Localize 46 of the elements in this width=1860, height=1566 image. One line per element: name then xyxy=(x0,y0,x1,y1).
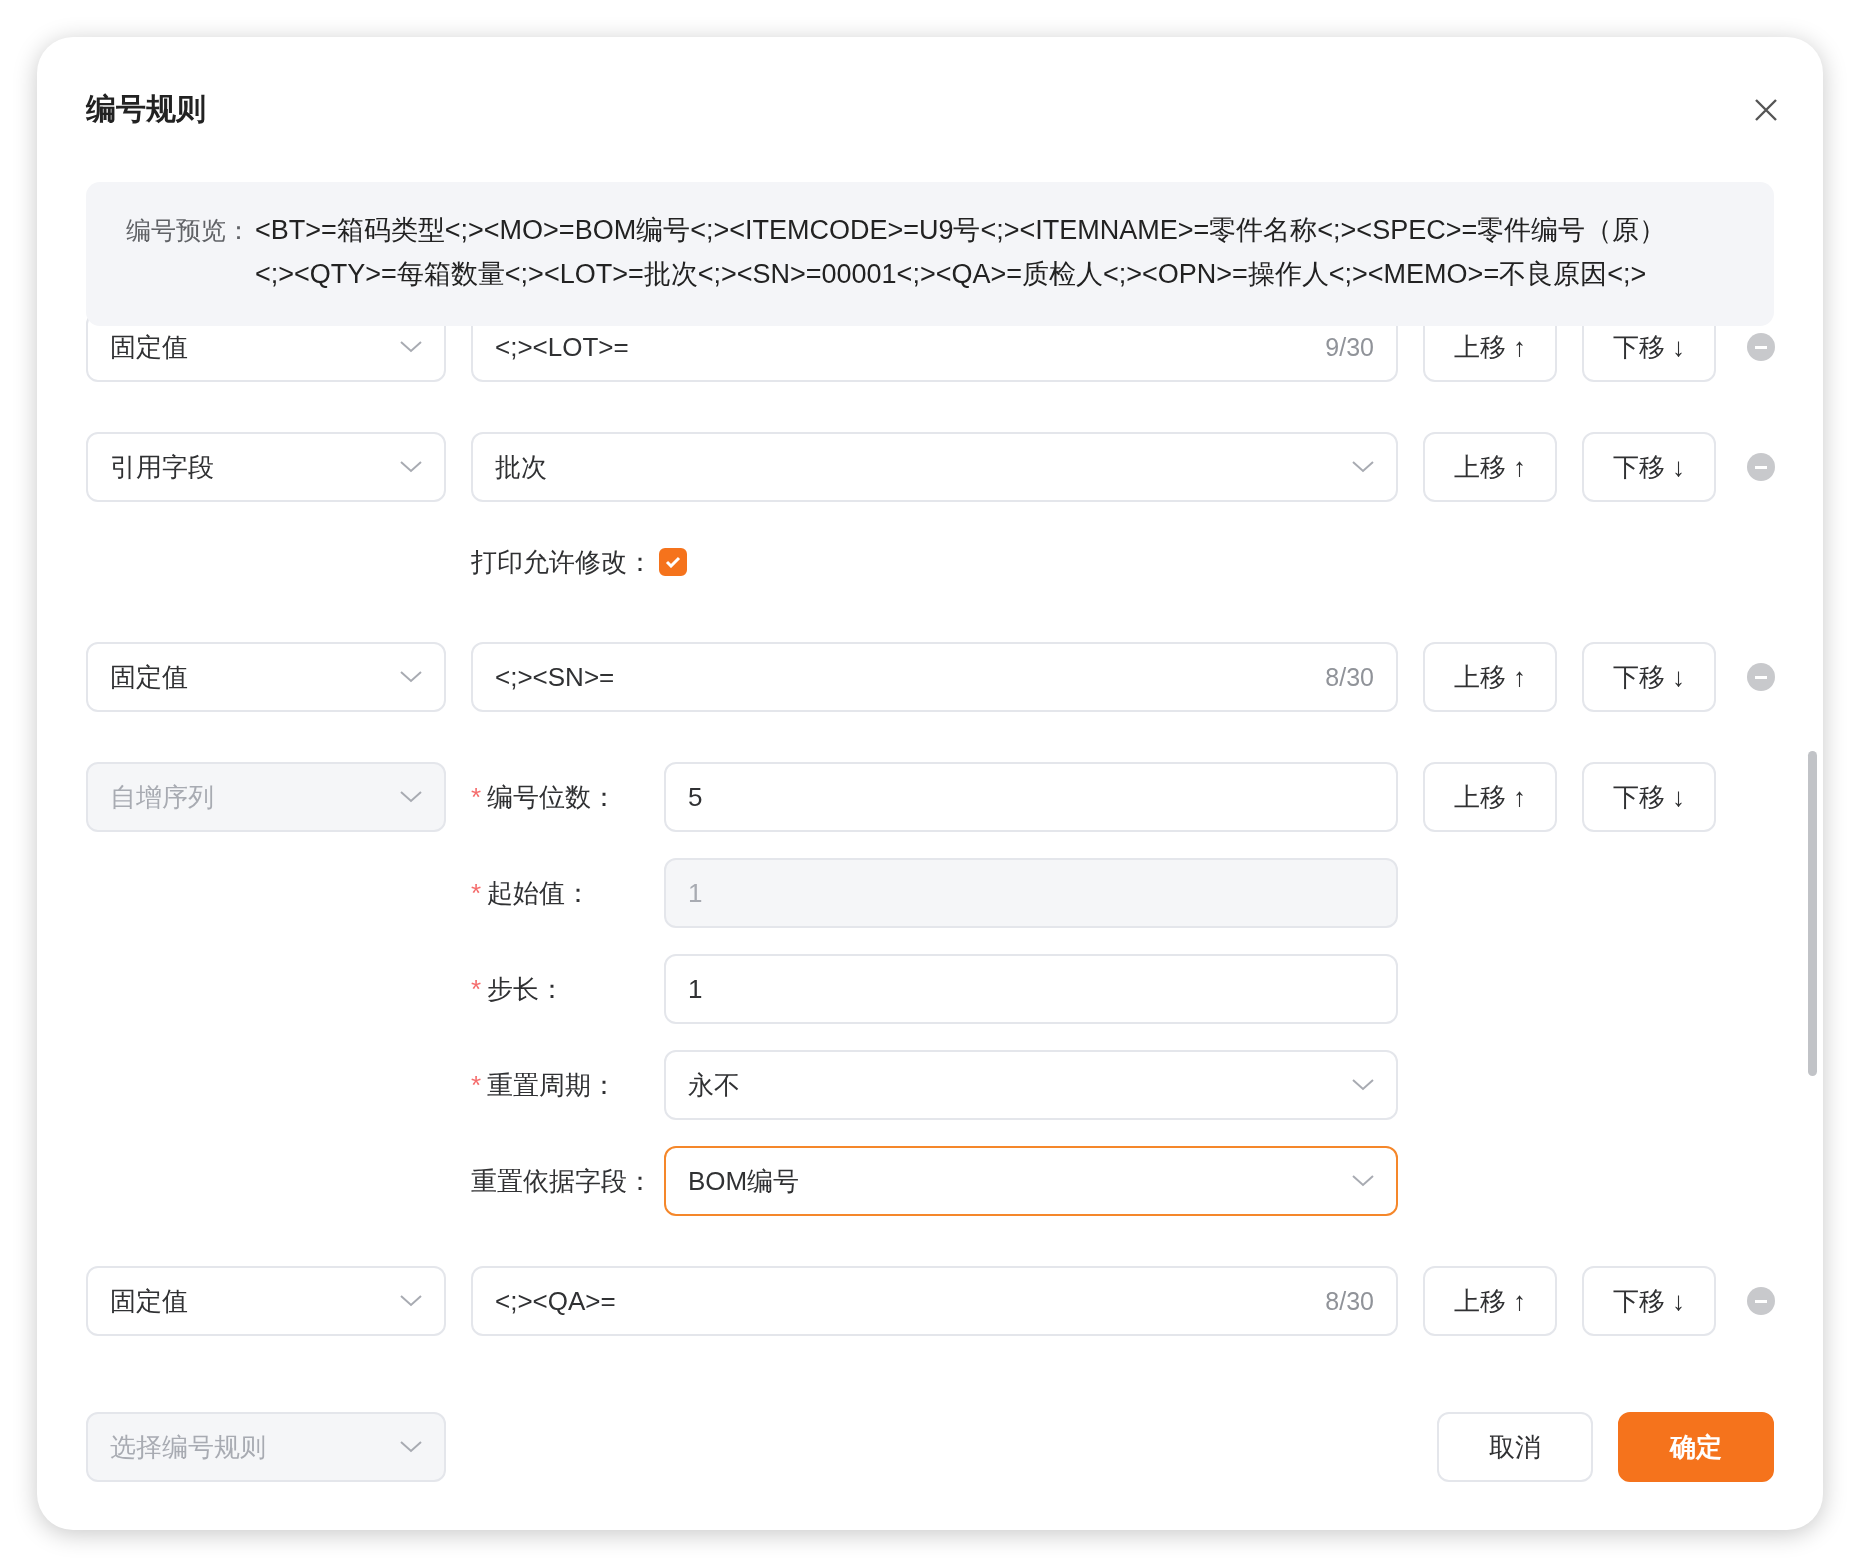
field-select[interactable]: 批次 xyxy=(471,432,1398,502)
chevron-down-icon xyxy=(400,1441,422,1453)
move-down-button[interactable]: 下移 ↓ xyxy=(1582,642,1716,712)
move-down-button[interactable]: 下移 ↓ xyxy=(1582,1266,1716,1336)
required-mark: * xyxy=(471,1069,482,1101)
preview-label: 编号预览： xyxy=(126,215,251,246)
move-up-button[interactable]: 上移 ↑ xyxy=(1423,432,1557,502)
type-select[interactable]: 引用字段 xyxy=(86,432,446,502)
preview-text: <;><QTY>=每箱数量<;><LOT>=批次<;><SN>=00001<;><QA>=质检人<;><OPN>=操作人<;><MEMO>=不良原因<;> xyxy=(255,258,1648,291)
move-up-button[interactable]: 上移 ↑ xyxy=(1423,642,1557,712)
chevron-down-icon xyxy=(400,671,422,683)
remove-icon[interactable] xyxy=(1747,663,1775,691)
field-label: 步长： xyxy=(487,972,566,1006)
checkbox[interactable] xyxy=(659,548,687,576)
preview-text: <BT>=箱码类型<;><MO>=BOM编号<;><ITEMCODE>=U9号<;><ITEMNAME>=零件名称<;><SPEC>=零件编号（原） xyxy=(255,214,1667,247)
checkmark-icon xyxy=(665,556,681,568)
field-label: 重置依据字段： xyxy=(471,1164,653,1198)
character-counter: 9/30 xyxy=(1325,332,1374,362)
field-label: 编号位数： xyxy=(487,780,618,814)
character-counter: 8/30 xyxy=(1325,662,1374,692)
required-mark: * xyxy=(471,973,482,1005)
character-counter: 8/30 xyxy=(1325,1286,1374,1316)
move-down-button[interactable]: 下移 ↓ xyxy=(1582,432,1716,502)
type-select[interactable]: 固定值 xyxy=(86,642,446,712)
scrollbar[interactable] xyxy=(1808,751,1817,1076)
text-input-field[interactable]: <;><QA>= 8/30 xyxy=(471,1266,1398,1336)
chevron-down-icon xyxy=(400,1295,422,1307)
field-label: 起始值： xyxy=(487,876,592,910)
required-mark: * xyxy=(471,877,482,909)
chevron-down-icon xyxy=(1352,1175,1374,1187)
chevron-down-icon xyxy=(400,341,422,353)
type-select[interactable]: 固定值 xyxy=(86,1266,446,1336)
required-mark: * xyxy=(471,781,482,813)
dialog-title: 编号规则 xyxy=(86,91,206,127)
checkbox-label: 打印允许修改： xyxy=(471,545,653,579)
chevron-down-icon xyxy=(400,791,422,803)
remove-icon[interactable] xyxy=(1747,453,1775,481)
remove-icon[interactable] xyxy=(1747,333,1775,361)
chevron-down-icon xyxy=(1352,1079,1374,1091)
cancel-button[interactable]: 取消 xyxy=(1437,1412,1593,1482)
move-up-button[interactable]: 上移 ↑ xyxy=(1423,1266,1557,1336)
chevron-down-icon xyxy=(1352,461,1374,473)
remove-icon[interactable] xyxy=(1747,1287,1775,1315)
chevron-down-icon xyxy=(400,461,422,473)
field-label: 重置周期： xyxy=(487,1068,618,1102)
text-input-field[interactable]: <;><SN>= 8/30 xyxy=(471,642,1398,712)
